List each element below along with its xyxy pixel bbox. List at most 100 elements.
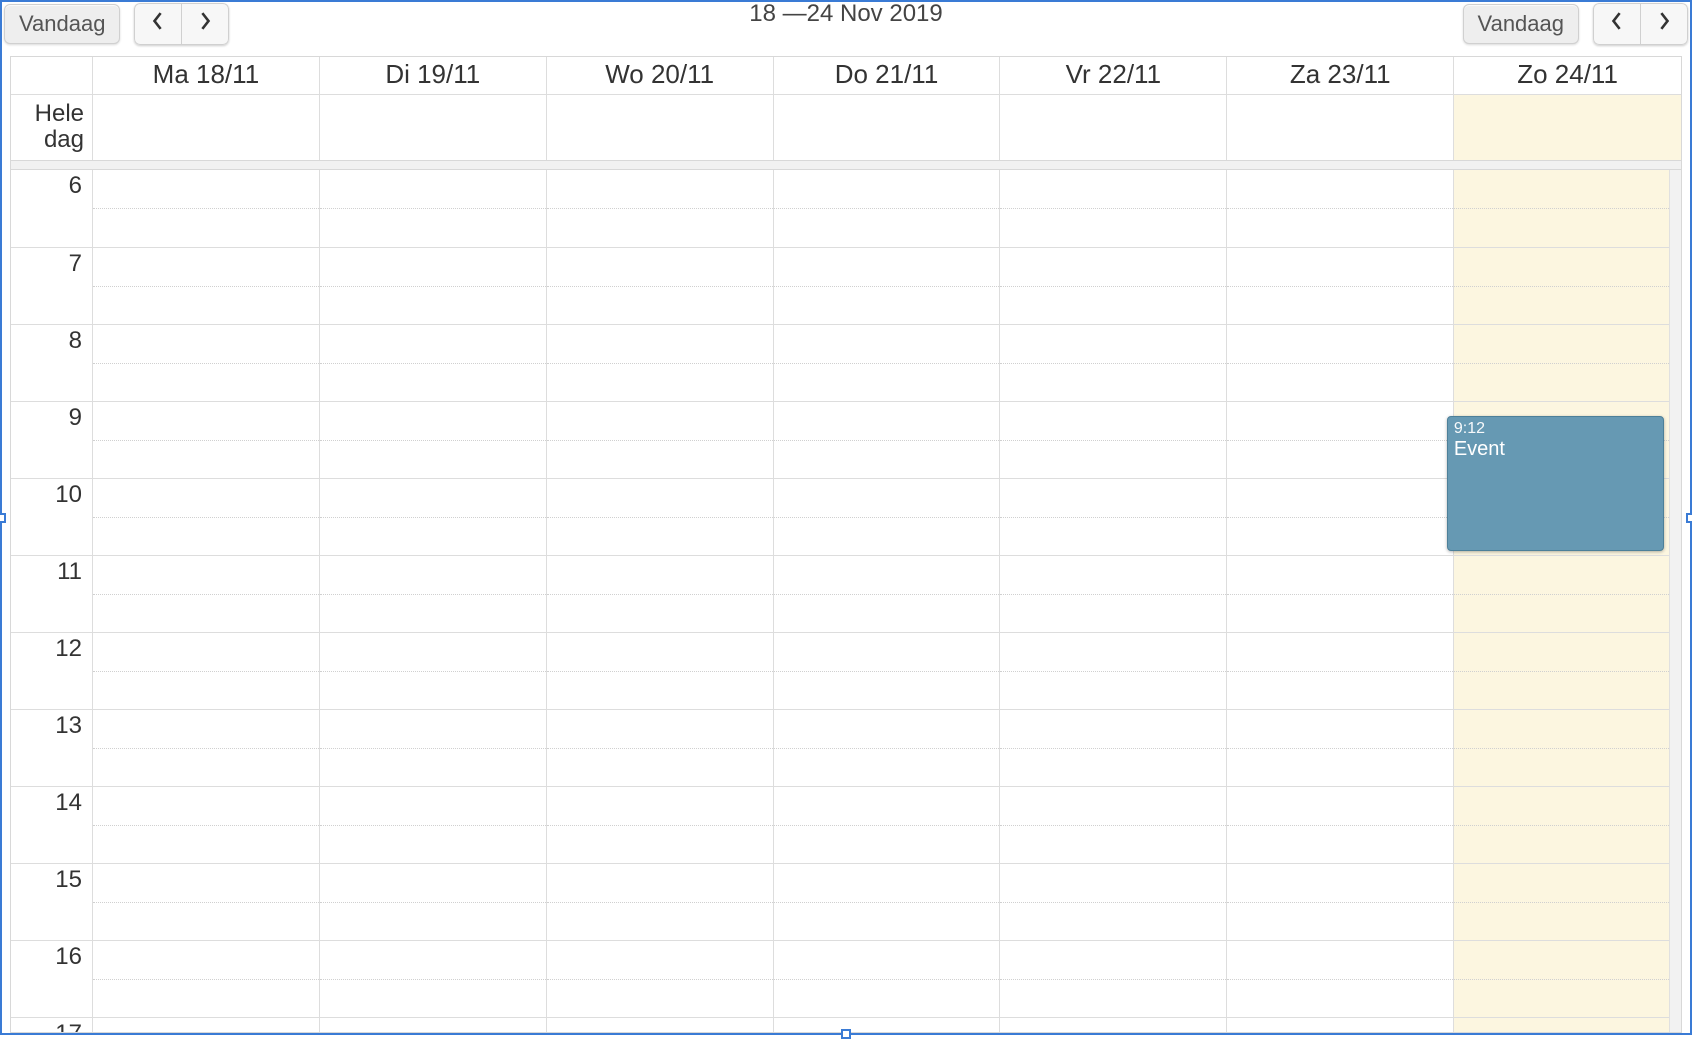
time-cell[interactable] bbox=[547, 1017, 774, 1032]
time-cell[interactable] bbox=[1000, 1017, 1227, 1032]
today-button-left[interactable]: Vandaag bbox=[4, 4, 120, 44]
time-cell[interactable] bbox=[1227, 786, 1454, 863]
next-week-button-left[interactable] bbox=[181, 3, 229, 45]
time-cell[interactable] bbox=[320, 786, 547, 863]
time-cell[interactable] bbox=[547, 632, 774, 709]
time-cell[interactable] bbox=[1454, 632, 1681, 709]
scrollbar-vertical[interactable] bbox=[1669, 170, 1681, 1032]
time-cell[interactable] bbox=[93, 401, 320, 478]
time-cell[interactable] bbox=[774, 709, 1001, 786]
time-cell[interactable] bbox=[774, 170, 1001, 247]
time-cell[interactable] bbox=[1000, 709, 1227, 786]
time-cell[interactable] bbox=[93, 1017, 320, 1032]
time-cell[interactable] bbox=[320, 632, 547, 709]
day-header[interactable]: Ma 18/11 bbox=[93, 57, 320, 94]
time-cell[interactable] bbox=[1227, 324, 1454, 401]
time-cell[interactable] bbox=[774, 555, 1001, 632]
time-cell[interactable] bbox=[93, 247, 320, 324]
time-cell[interactable] bbox=[1454, 709, 1681, 786]
time-cell[interactable] bbox=[93, 786, 320, 863]
time-cell[interactable] bbox=[1227, 863, 1454, 940]
time-cell[interactable] bbox=[93, 555, 320, 632]
time-cell[interactable] bbox=[547, 170, 774, 247]
time-cell[interactable] bbox=[547, 247, 774, 324]
day-header[interactable]: Do 21/11 bbox=[774, 57, 1001, 94]
time-cell[interactable] bbox=[1227, 170, 1454, 247]
allday-cell[interactable] bbox=[1454, 95, 1681, 160]
time-cell[interactable] bbox=[93, 170, 320, 247]
day-header[interactable]: Zo 24/11 bbox=[1454, 57, 1681, 94]
allday-cell[interactable] bbox=[547, 95, 774, 160]
time-cell[interactable] bbox=[1227, 940, 1454, 1017]
next-week-button-right[interactable] bbox=[1640, 3, 1688, 45]
day-header[interactable]: Vr 22/11 bbox=[1000, 57, 1227, 94]
time-cell[interactable] bbox=[774, 863, 1001, 940]
time-cell[interactable] bbox=[93, 709, 320, 786]
time-cell[interactable] bbox=[1000, 632, 1227, 709]
time-cell[interactable] bbox=[93, 478, 320, 555]
time-cell[interactable] bbox=[93, 632, 320, 709]
time-cell[interactable] bbox=[320, 863, 547, 940]
time-cell[interactable] bbox=[547, 324, 774, 401]
today-button-right[interactable]: Vandaag bbox=[1463, 4, 1579, 44]
day-header[interactable]: Di 19/11 bbox=[320, 57, 547, 94]
prev-week-button-right[interactable] bbox=[1593, 3, 1640, 45]
time-cell[interactable] bbox=[774, 1017, 1001, 1032]
time-cell[interactable] bbox=[774, 940, 1001, 1017]
time-cell[interactable] bbox=[1000, 940, 1227, 1017]
time-cell[interactable] bbox=[547, 940, 774, 1017]
time-cell[interactable] bbox=[774, 632, 1001, 709]
time-cell[interactable] bbox=[774, 786, 1001, 863]
time-cell[interactable] bbox=[320, 940, 547, 1017]
time-cell[interactable] bbox=[320, 170, 547, 247]
time-cell[interactable] bbox=[320, 247, 547, 324]
day-header[interactable]: Wo 20/11 bbox=[547, 57, 774, 94]
time-cell[interactable] bbox=[547, 555, 774, 632]
time-cell[interactable] bbox=[1000, 247, 1227, 324]
time-cell[interactable] bbox=[1454, 940, 1681, 1017]
allday-cell[interactable] bbox=[320, 95, 547, 160]
allday-cell[interactable] bbox=[1000, 95, 1227, 160]
time-cell[interactable] bbox=[1227, 632, 1454, 709]
time-cell[interactable] bbox=[1454, 863, 1681, 940]
time-cell[interactable] bbox=[547, 786, 774, 863]
time-cell[interactable] bbox=[1000, 170, 1227, 247]
day-header[interactable]: Za 23/11 bbox=[1227, 57, 1454, 94]
time-cell[interactable] bbox=[547, 401, 774, 478]
time-cell[interactable] bbox=[1454, 170, 1681, 247]
time-cell[interactable] bbox=[320, 324, 547, 401]
time-cell[interactable] bbox=[1454, 1017, 1681, 1032]
allday-cell[interactable] bbox=[93, 95, 320, 160]
time-cell[interactable] bbox=[774, 324, 1001, 401]
time-cell[interactable] bbox=[1000, 324, 1227, 401]
time-cell[interactable] bbox=[93, 324, 320, 401]
time-cell[interactable] bbox=[1454, 324, 1681, 401]
time-cell[interactable] bbox=[1227, 1017, 1454, 1032]
time-cell[interactable] bbox=[1000, 478, 1227, 555]
time-cell[interactable] bbox=[93, 940, 320, 1017]
time-cell[interactable] bbox=[1227, 247, 1454, 324]
time-cell[interactable] bbox=[1000, 555, 1227, 632]
time-cell[interactable] bbox=[1227, 478, 1454, 555]
time-cell[interactable] bbox=[320, 709, 547, 786]
time-cell[interactable] bbox=[547, 863, 774, 940]
allday-cell[interactable] bbox=[774, 95, 1001, 160]
time-cell[interactable] bbox=[1000, 863, 1227, 940]
time-cell[interactable] bbox=[1227, 709, 1454, 786]
time-cell[interactable] bbox=[1454, 247, 1681, 324]
time-cell[interactable] bbox=[774, 247, 1001, 324]
time-cell[interactable] bbox=[774, 478, 1001, 555]
time-cell[interactable] bbox=[320, 1017, 547, 1032]
time-cell[interactable] bbox=[320, 555, 547, 632]
time-cell[interactable] bbox=[547, 709, 774, 786]
time-cell[interactable] bbox=[1000, 786, 1227, 863]
time-cell[interactable] bbox=[1454, 786, 1681, 863]
allday-cell[interactable] bbox=[1227, 95, 1454, 160]
time-cell[interactable] bbox=[1227, 555, 1454, 632]
time-cell[interactable] bbox=[320, 401, 547, 478]
time-cell[interactable] bbox=[320, 478, 547, 555]
time-cell[interactable] bbox=[1000, 401, 1227, 478]
prev-week-button-left[interactable] bbox=[134, 3, 181, 45]
time-cell[interactable] bbox=[547, 478, 774, 555]
calendar-event[interactable]: 9:12Event bbox=[1447, 416, 1664, 551]
